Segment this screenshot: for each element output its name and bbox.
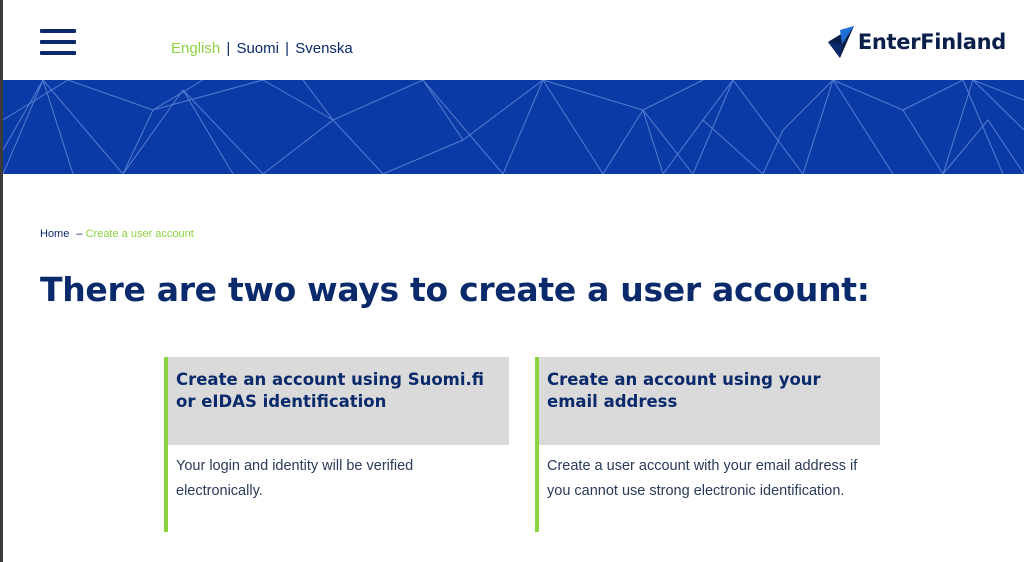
card-desc-line1: Create a user account with your email ad… [547, 458, 858, 474]
card-description: Create a user account with your email ad… [547, 454, 872, 504]
lang-separator: | [226, 40, 231, 57]
enterfinland-logo[interactable]: EnterFinland [827, 22, 1006, 62]
card-title-line1: Create an account using Suomi.fi [176, 370, 485, 389]
card-suomi-eidas[interactable]: Create an account using Suomi.fi or eIDA… [164, 357, 509, 532]
geometric-pattern [3, 80, 1024, 174]
lang-english[interactable]: English [171, 40, 220, 57]
breadcrumb-separator: – [76, 228, 83, 240]
page-title: There are two ways to create a user acco… [40, 270, 870, 309]
language-switcher: English | Suomi | Svenska [171, 40, 353, 57]
card-title: Create an account using your email addre… [547, 369, 880, 413]
lang-separator: | [285, 40, 290, 57]
card-title-line2: email address [547, 392, 678, 411]
card-desc-line2: electronically. [176, 483, 263, 499]
card-desc-line2: you cannot use strong electronic identif… [547, 483, 845, 499]
lang-suomi[interactable]: Suomi [236, 40, 279, 57]
card-description: Your login and identity will be verified… [176, 454, 501, 504]
card-email[interactable]: Create an account using your email addre… [535, 357, 880, 532]
hamburger-menu-icon[interactable] [40, 29, 76, 55]
logo-text: EnterFinland [857, 30, 1006, 54]
card-title-line1: Create an account using your [547, 370, 821, 389]
card-header: Create an account using Suomi.fi or eIDA… [168, 357, 509, 445]
hero-banner [3, 80, 1024, 174]
breadcrumb-current: Create a user account [85, 228, 194, 240]
enterfinland-logo-mark [827, 26, 854, 58]
card-header: Create an account using your email addre… [539, 357, 880, 445]
card-desc-line1: Your login and identity will be verified [176, 458, 414, 474]
card-title: Create an account using Suomi.fi or eIDA… [176, 369, 509, 413]
lang-svenska[interactable]: Svenska [295, 40, 353, 57]
breadcrumb-home[interactable]: Home [40, 228, 69, 240]
breadcrumb: Home – Create a user account [40, 228, 194, 240]
card-title-line2: or eIDAS identification [176, 392, 387, 411]
site-header: English | Suomi | Svenska EnterFinland [3, 0, 1024, 80]
